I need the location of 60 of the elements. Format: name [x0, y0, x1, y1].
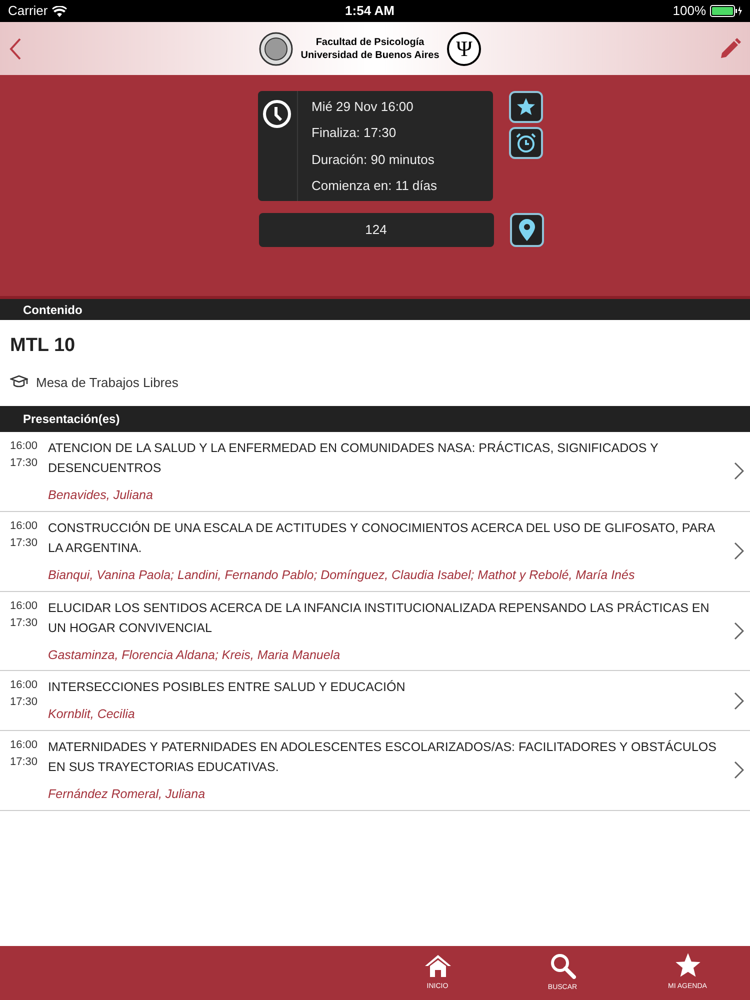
- end-time: 17:30: [10, 616, 39, 630]
- room-field: 124: [258, 213, 494, 247]
- end-time: Finaliza: 17:30: [312, 124, 398, 142]
- start-time: Mié 29 Nov 16:00: [312, 98, 414, 116]
- favorite-button[interactable]: [508, 91, 542, 123]
- battery-label: 100%: [672, 2, 706, 20]
- presentation-title: INTERSECCIONES POSIBLES ENTRE SALUD Y EDUCACIÓN: [48, 679, 406, 696]
- session-type: Mesa de Trabajos Libres: [36, 374, 178, 392]
- chevron-right-icon: [734, 462, 744, 480]
- author-list: Kornblit, Cecilia: [48, 705, 726, 724]
- carrier-label: Carrier: [8, 2, 48, 20]
- author-list: Bianqui, Vanina Paola; Landini, Fernando Pablo; Domínguez, Claudia Isabel; Mathot y Rebolé, María Inés: [48, 566, 726, 584]
- author-list: Gastaminza, Florencia Aldana; Kreis, Maria Manuela: [48, 646, 726, 664]
- chevron-right-icon: [734, 692, 744, 710]
- chevron-right-icon: [734, 622, 744, 640]
- back-icon[interactable]: [8, 36, 22, 60]
- battery-icon: [710, 5, 742, 17]
- start-time: 16:00: [10, 738, 39, 753]
- star-icon: [516, 97, 536, 117]
- search-icon: [550, 952, 576, 979]
- location-button[interactable]: [510, 213, 544, 247]
- alarm-clock-icon: [514, 132, 536, 154]
- author-list: Benavides, Juliana: [48, 486, 726, 505]
- end-time: 17:30: [10, 536, 39, 551]
- home-icon: [424, 954, 452, 978]
- end-time: 17:30: [10, 695, 39, 710]
- end-time: 17:30: [10, 456, 39, 471]
- psi-logo: Ψ: [447, 32, 482, 66]
- presentation-row[interactable]: 16:00 17:30 ATENCION DE LA SALUD Y LA ENFERMEDAD EN COMUNIDADES NASA: PRÁCTICAS, SIGNIFICADOS Y DESENCUENTROS Benavides, Juliana: [0, 432, 750, 512]
- countdown-text: Comienza en: 11 días: [312, 177, 437, 195]
- logo-text: Facultad de Psicología: [316, 36, 424, 48]
- wifi-icon: [52, 6, 67, 16]
- presentation-title: MATERNIDADES Y PATERNIDADES EN ADOLESCENTES ESCOLARIZADOS/AS: FACILITADORES Y OBSTÁCULOS EN SUS TRAYECTORIAS EDUCATIVAS.: [48, 739, 718, 776]
- session-code: MTL 10: [10, 334, 76, 358]
- presentation-title: CONSTRUCCIÓN DE UNA ESCALA DE ACTITUDES Y CONOCIMIENTOS ACERCA DEL USO DE GLIFOSATO, PARA LA ARGENTINA.: [48, 520, 716, 557]
- graduation-cap-icon: [10, 375, 28, 390]
- presentation-row[interactable]: 16:00 17:30 ELUCIDAR LOS SENTIDOS ACERCA DE LA INFANCIA INSTITUCIONALIZADA REPENSANDO LAS PRÁCTICAS EN UN HOGAR CONVIVENCIAL Gastaminza, Florencia Aldana; Kreis, Maria Manuela: [0, 592, 750, 672]
- status-time: 1:54 AM: [344, 2, 396, 20]
- presentation-row[interactable]: 16:00 17:30 MATERNIDADES Y PATERNIDADES EN ADOLESCENTES ESCOLARIZADOS/AS: FACILITADORES Y OBSTÁCULOS EN SUS TRAYECTORIAS EDUCATIVAS. Fernández Romeral, Juliana: [0, 731, 750, 811]
- map-pin-icon: [518, 219, 534, 241]
- star-icon: [674, 953, 700, 978]
- start-time: 16:00: [10, 439, 39, 454]
- chevron-right-icon: [734, 761, 744, 780]
- start-time: 16:00: [10, 678, 39, 694]
- duration-text: Duración: 90 minutos: [312, 150, 436, 168]
- seal-icon: [258, 32, 293, 66]
- clock-icon: [262, 99, 292, 129]
- start-time: 16:00: [10, 598, 39, 614]
- presentation-row[interactable]: 16:00 17:30 INTERSECCIONES POSIBLES ENTRE SALUD Y EDUCACIÓN Kornblit, Cecilia: [0, 671, 750, 731]
- pencil-icon[interactable]: [718, 36, 742, 60]
- author-list: Fernández Romeral, Juliana: [48, 785, 726, 804]
- end-time: 17:30: [10, 755, 39, 770]
- chevron-right-icon: [734, 542, 744, 560]
- section-title: Presentación(es): [23, 411, 120, 428]
- logo-text: Universidad de Buenos Aires: [300, 48, 440, 62]
- presentation-title: ELUCIDAR LOS SENTIDOS ACERCA DE LA INFANCIA INSTITUCIONALIZADA REPENSANDO LAS PRÁCTICAS EN UN HOGAR CONVIVENCIAL: [48, 600, 710, 636]
- section-title: Contenido: [23, 302, 82, 318]
- reminder-button[interactable]: [508, 127, 542, 159]
- presentation-title: ATENCION DE LA SALUD Y LA ENFERMEDAD EN COMUNIDADES NASA: PRÁCTICAS, SIGNIFICADOS Y DESENCUENTROS: [48, 440, 660, 477]
- start-time: 16:00: [10, 518, 39, 534]
